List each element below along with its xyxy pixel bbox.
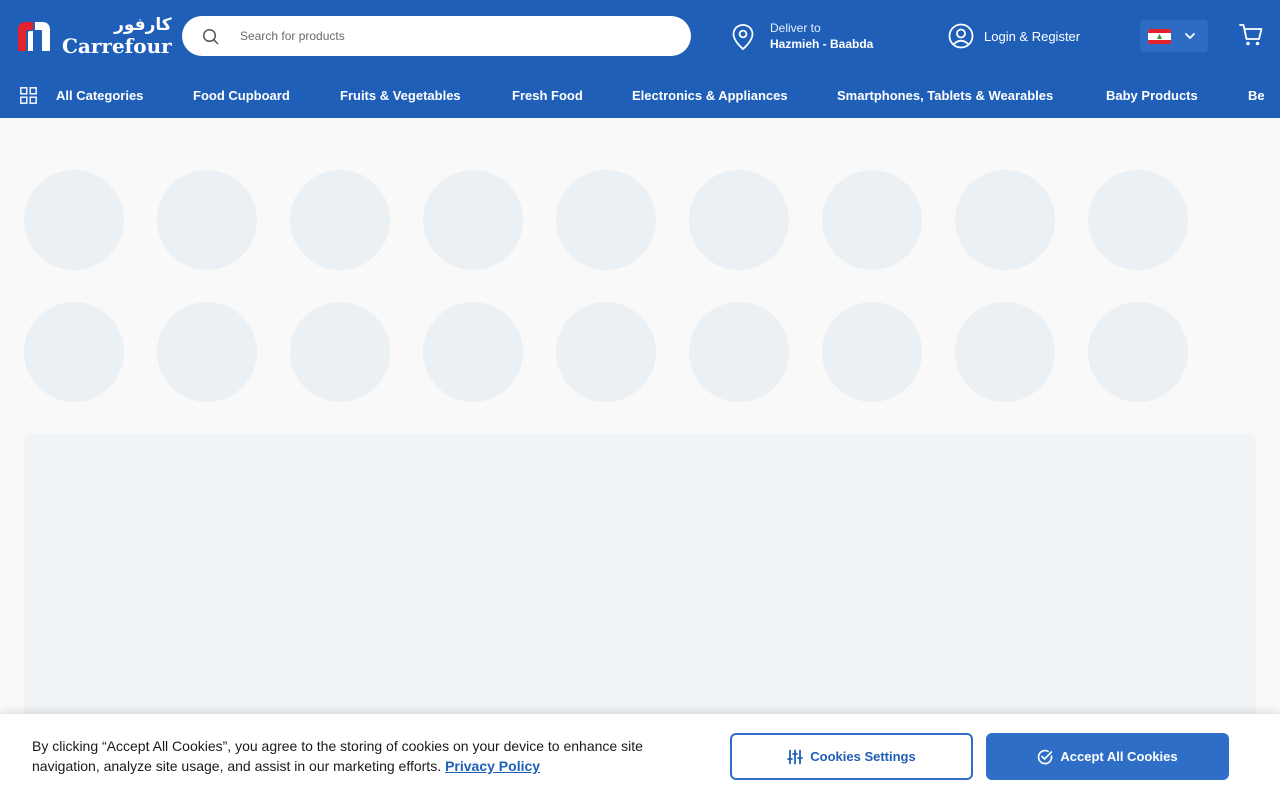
cookies-settings-label: Cookies Settings xyxy=(810,749,916,764)
category-nav: All Categories Food Cupboard Fruits & Ve… xyxy=(0,72,1280,118)
cookie-text-block: By clicking “Accept All Cookies”, you ag… xyxy=(32,736,702,776)
skeleton-circle xyxy=(24,170,124,270)
nav-baby-products[interactable]: Baby Products xyxy=(1106,88,1198,103)
login-register-button[interactable]: Login & Register xyxy=(948,22,1098,50)
check-badge-icon xyxy=(1038,749,1053,764)
nav-electronics-appliances[interactable]: Electronics & Appliances xyxy=(632,88,788,103)
nav-beauty-truncated[interactable]: Be xyxy=(1248,88,1265,103)
login-label: Login & Register xyxy=(984,28,1081,44)
skeleton-circle xyxy=(157,302,257,402)
privacy-policy-link[interactable]: Privacy Policy xyxy=(445,758,540,774)
skeleton-circle xyxy=(556,302,656,402)
nav-fresh-food[interactable]: Fresh Food xyxy=(512,88,583,103)
skeleton-circle xyxy=(822,302,922,402)
skeleton-circle xyxy=(290,170,390,270)
skeleton-circle xyxy=(423,170,523,270)
cart-icon[interactable] xyxy=(1238,22,1264,48)
deliver-location: Hazmieh - Baabda xyxy=(770,37,874,51)
skeleton-circle xyxy=(955,170,1055,270)
skeleton-circle xyxy=(689,170,789,270)
user-icon xyxy=(948,23,974,49)
logo-english-text: Carrefour xyxy=(62,33,172,58)
sliders-icon xyxy=(787,749,804,764)
nav-all-categories[interactable]: All Categories xyxy=(56,88,143,103)
cookies-settings-button[interactable]: Cookies Settings xyxy=(730,733,973,780)
nav-food-cupboard[interactable]: Food Cupboard xyxy=(193,88,290,103)
skeleton-circle xyxy=(290,302,390,402)
skeleton-circle xyxy=(955,302,1055,402)
grid-icon[interactable] xyxy=(20,87,37,104)
lebanon-flag-icon xyxy=(1148,29,1171,44)
deliver-label: Deliver to xyxy=(770,21,821,35)
logo-arabic-text: كارفور xyxy=(114,14,172,35)
banner-skeleton xyxy=(24,434,1256,734)
accept-all-cookies-button[interactable]: Accept All Cookies xyxy=(986,733,1229,780)
cookie-consent-bar: By clicking “Accept All Cookies”, you ag… xyxy=(0,714,1280,800)
skeleton-circle xyxy=(822,170,922,270)
skeleton-circle xyxy=(556,170,656,270)
carrefour-logo-icon xyxy=(16,20,52,53)
nav-fruits-vegetables[interactable]: Fruits & Vegetables xyxy=(340,88,461,103)
skeleton-circle xyxy=(1088,170,1188,270)
deliver-to-selector[interactable]: Deliver to Hazmieh - Baabda xyxy=(730,19,910,55)
nav-smartphones-tablets[interactable]: Smartphones, Tablets & Wearables xyxy=(837,88,1053,103)
search-icon[interactable] xyxy=(202,28,219,45)
header: كارفور Carrefour Deliver to Hazmieh - Ba… xyxy=(0,0,1280,72)
location-pin-icon xyxy=(732,24,754,51)
skeleton-circle xyxy=(689,302,789,402)
skeleton-circle xyxy=(24,302,124,402)
country-selector[interactable] xyxy=(1140,20,1208,52)
skeleton-circle xyxy=(1088,302,1188,402)
carrefour-logo[interactable]: كارفور Carrefour xyxy=(16,16,172,56)
chevron-down-icon xyxy=(1185,33,1195,39)
search-bar[interactable] xyxy=(182,16,691,56)
skeleton-circle xyxy=(423,302,523,402)
search-input[interactable] xyxy=(240,24,660,48)
cookie-message: By clicking “Accept All Cookies”, you ag… xyxy=(32,738,643,774)
accept-all-cookies-label: Accept All Cookies xyxy=(1060,749,1178,764)
skeleton-circle xyxy=(157,170,257,270)
